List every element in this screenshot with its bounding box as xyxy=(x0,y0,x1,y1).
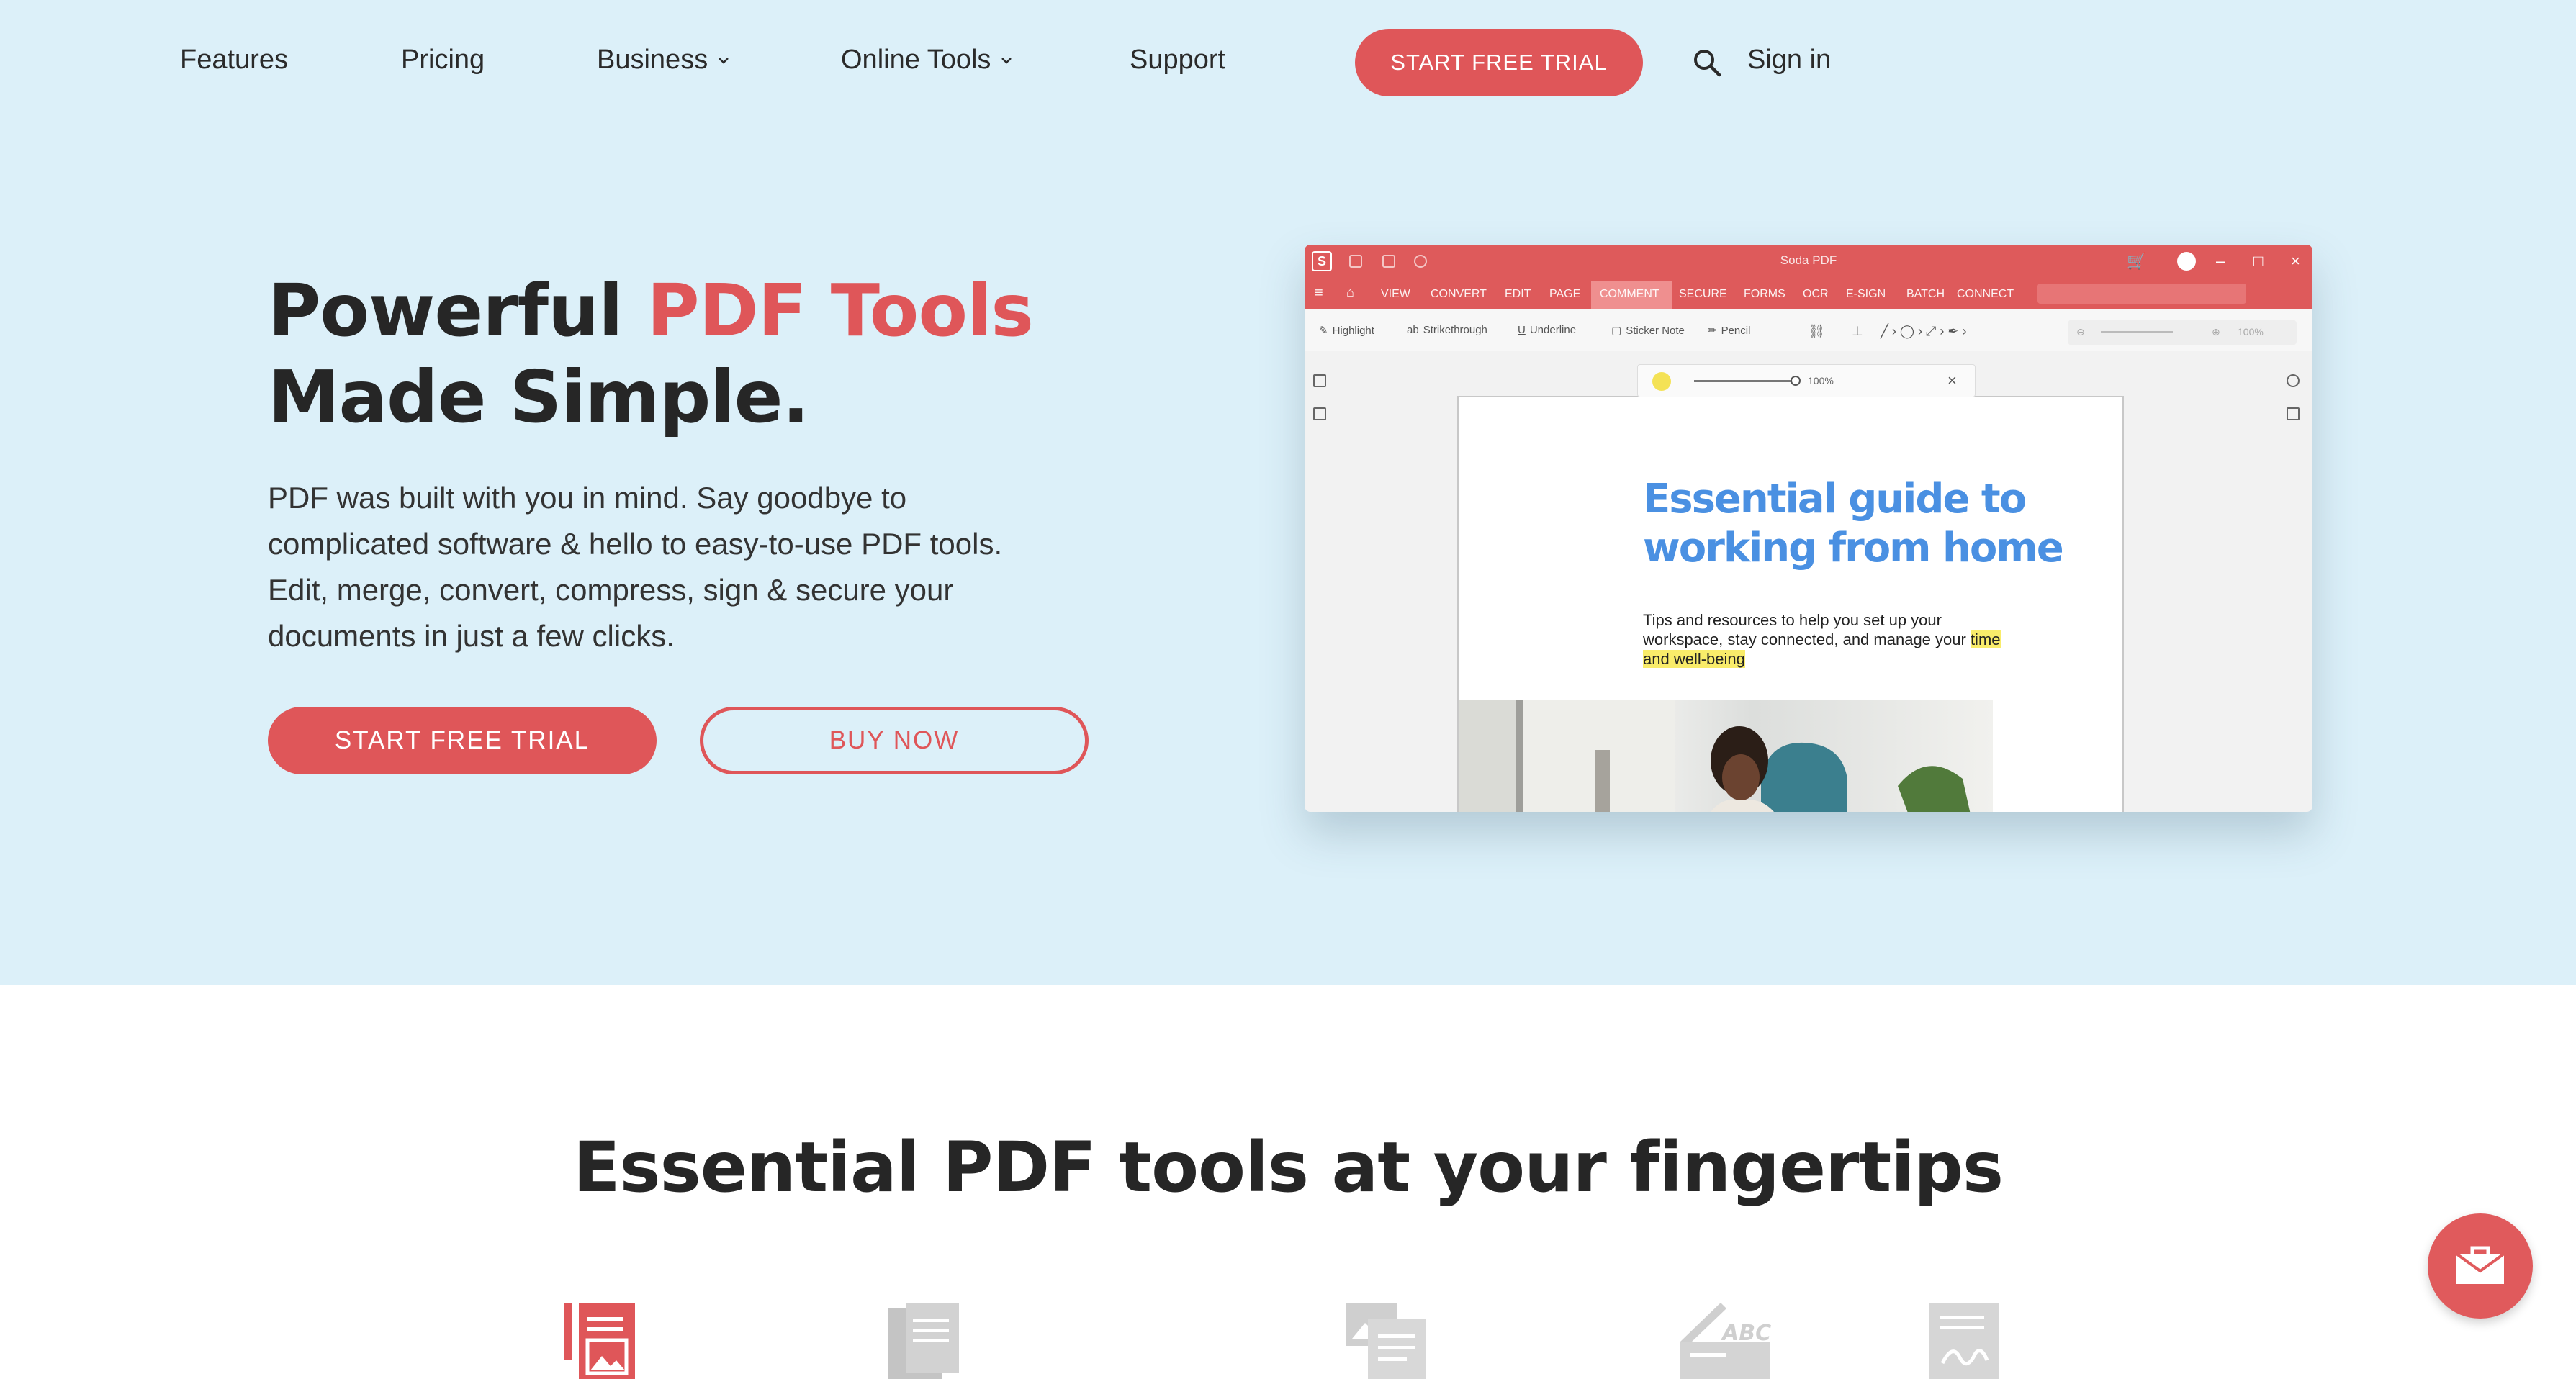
strikethrough-icon: ab xyxy=(1407,324,1419,336)
nav-label: Online Tools xyxy=(841,45,991,75)
chevron-down-icon xyxy=(719,57,729,64)
menu-view: VIEW xyxy=(1381,288,1410,300)
menu-batch: BATCH xyxy=(1906,288,1945,300)
zoom-value: 100% xyxy=(2238,326,2264,338)
chevron-down-icon xyxy=(1001,57,1012,64)
convert-pdf-icon[interactable] xyxy=(1346,1303,1440,1379)
app-window-title: Soda PDF xyxy=(1780,253,1837,267)
menu-comment: COMMENT xyxy=(1600,288,1659,300)
hero-lead: PDF was built with you in mind. Say good… xyxy=(268,481,1003,653)
nav-online-tools[interactable]: Online Tools xyxy=(841,45,1014,76)
tool-underline: U Underline xyxy=(1518,324,1576,336)
hero-headline: Powerful PDF Tools Made Simple. xyxy=(268,268,1034,440)
link-icon: ⛓ xyxy=(1809,324,1825,338)
headline-accent: PDF Tools xyxy=(647,268,1034,353)
highlight-color-popover: 100% × xyxy=(1637,364,1976,397)
menu-connect: CONNECT xyxy=(1957,288,2014,300)
pencil-icon: ✏ xyxy=(1708,325,1717,337)
menu-ocr: OCR xyxy=(1803,288,1829,300)
search-icon xyxy=(2287,374,2300,387)
headline-text: Powerful xyxy=(268,268,647,353)
tool-label: Underline xyxy=(1529,324,1577,336)
menu-secure: SECURE xyxy=(1679,288,1727,300)
subtitle-text: Tips and resources to help you set up yo… xyxy=(1643,611,1971,648)
zoom-in-icon: ⊕ xyxy=(2212,326,2220,338)
app-titlebar: S Soda PDF 🛒 – □ × xyxy=(1305,245,2312,278)
nav-features[interactable]: Features xyxy=(180,45,288,76)
nav-label: Pricing xyxy=(401,45,485,75)
svg-text:ABC: ABC xyxy=(1721,1321,1771,1346)
close-icon: × xyxy=(1947,371,1957,389)
headline-text-line2: Made Simple. xyxy=(268,355,809,439)
color-swatch xyxy=(1652,372,1671,391)
cart-icon: 🛒 xyxy=(2127,252,2147,270)
zoom-out-icon: ⊖ xyxy=(2076,326,2085,338)
tool-label: Highlight xyxy=(1332,324,1374,337)
chat-button[interactable] xyxy=(2428,1213,2533,1319)
merge-pdf-icon[interactable] xyxy=(888,1303,982,1379)
zoom-control: ⊖ ⊕ 100% xyxy=(2068,320,2297,345)
app-preview: S Soda PDF 🛒 – □ × ≡ ⌂ VIEW CONVERT EDIT… xyxy=(1305,245,2312,812)
document-photo xyxy=(1459,700,1993,812)
search-icon[interactable] xyxy=(1690,46,1724,79)
thumbnails-icon xyxy=(1313,374,1326,387)
tool-highlight: ✎ Highlight xyxy=(1319,324,1374,338)
maximize-icon: □ xyxy=(2253,252,2264,270)
opacity-value: 100% xyxy=(1808,375,1834,386)
tool-label: Pencil xyxy=(1721,324,1751,337)
woman-working-image xyxy=(1459,700,1971,812)
buy-now-button[interactable]: BUY NOW xyxy=(700,707,1089,774)
nav-start-trial-button[interactable]: START FREE TRIAL xyxy=(1355,29,1643,96)
nav-label: Business xyxy=(597,45,708,75)
section-title: Essential PDF tools at your fingertips xyxy=(572,1127,2004,1208)
document-title: Essential guide to working from home xyxy=(1643,476,2064,571)
document-page: Essential guide to working from home Tip… xyxy=(1457,396,2124,812)
tool-strikethrough: ab Strikethrough xyxy=(1407,324,1487,336)
underline-icon: U xyxy=(1518,324,1526,336)
slider-knob xyxy=(1791,376,1801,386)
nav-pricing[interactable]: Pricing xyxy=(401,45,485,76)
comments-icon xyxy=(2287,407,2300,420)
hero-section: Features Pricing Business Online Tools S… xyxy=(0,0,2576,985)
tool-label: Sticker Note xyxy=(1626,324,1685,337)
ocr-pdf-icon[interactable]: ABC xyxy=(1680,1303,1774,1379)
sticker-note-icon: ▢ xyxy=(1611,325,1622,337)
close-icon: × xyxy=(2291,252,2300,270)
tool-pencil: ✏ Pencil xyxy=(1708,324,1751,338)
home-icon: ⌂ xyxy=(1346,285,1354,299)
avatar xyxy=(2177,252,2196,271)
menu-forms: FORMS xyxy=(1744,288,1785,300)
nav-label: Support xyxy=(1130,45,1226,75)
menu-esign: E-SIGN xyxy=(1846,288,1886,300)
menu-page: PAGE xyxy=(1549,288,1581,300)
minimize-icon: – xyxy=(2216,252,2225,270)
sign-in-link[interactable]: Sign in xyxy=(1747,45,1831,76)
tool-label: Strikethrough xyxy=(1423,324,1487,336)
document-subtitle: Tips and resources to help you set up yo… xyxy=(1643,610,2017,669)
edit-pdf-icon[interactable] xyxy=(560,1303,654,1379)
tool-sticker-note: ▢ Sticker Note xyxy=(1611,324,1685,338)
menu-convert: CONVERT xyxy=(1431,288,1487,300)
shape-tools-icon: ╱ › ◯ › ⤢ › ✒ › xyxy=(1881,324,1967,338)
bookmarks-icon xyxy=(1313,407,1326,420)
app-search-field xyxy=(2037,284,2246,304)
menu-edit: EDIT xyxy=(1505,288,1531,300)
mail-icon xyxy=(2455,1246,2505,1284)
nav-business[interactable]: Business xyxy=(597,45,731,76)
nav-support[interactable]: Support xyxy=(1130,45,1225,76)
stamp-icon: ⊥ xyxy=(1852,324,1863,338)
hamburger-icon: ≡ xyxy=(1315,285,1323,301)
start-free-trial-button[interactable]: START FREE TRIAL xyxy=(268,707,657,774)
highlight-icon: ✎ xyxy=(1319,325,1328,337)
nav-label: Features xyxy=(180,45,288,75)
zoom-slider xyxy=(2101,331,2173,333)
sign-pdf-icon[interactable] xyxy=(1929,1303,2023,1379)
opacity-slider xyxy=(1694,380,1795,382)
